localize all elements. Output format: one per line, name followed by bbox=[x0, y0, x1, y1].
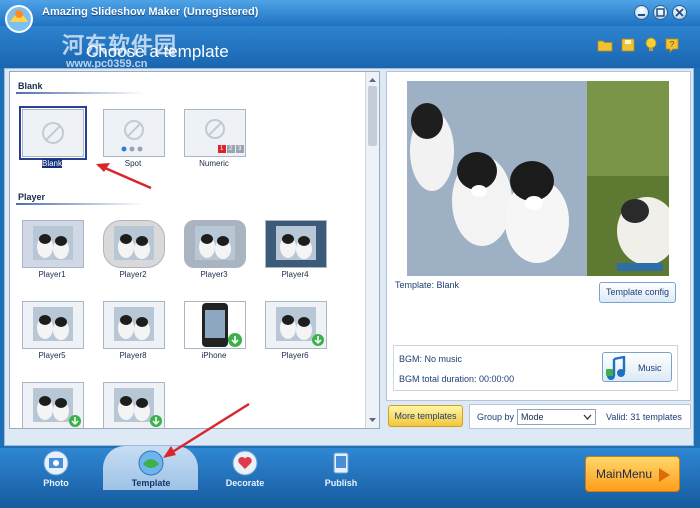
tab-decorate[interactable]: Decorate bbox=[210, 450, 280, 490]
tab-label: Publish bbox=[324, 478, 358, 488]
numeric-thumbnail-icon bbox=[205, 119, 244, 153]
svg-text:?: ? bbox=[670, 40, 675, 49]
numeric-badge: 2 bbox=[229, 146, 233, 152]
tab-publish[interactable]: Publish bbox=[306, 450, 376, 490]
puppy-thumbnail-icon bbox=[195, 226, 235, 260]
help-icon[interactable]: ? bbox=[664, 37, 680, 53]
tab-label: Photo bbox=[43, 478, 69, 488]
publish-icon bbox=[333, 452, 349, 474]
template-player2[interactable] bbox=[103, 220, 165, 268]
minimize-button[interactable] bbox=[634, 5, 649, 20]
template-player5[interactable] bbox=[22, 301, 84, 349]
photo-icon bbox=[43, 450, 69, 476]
bulb-icon[interactable] bbox=[643, 37, 659, 53]
puppy-thumbnail-icon bbox=[33, 307, 73, 341]
scroll-thumb[interactable] bbox=[368, 86, 377, 146]
template-blank[interactable] bbox=[19, 106, 87, 160]
template-label: Player5 bbox=[38, 351, 66, 360]
tab-label: Template bbox=[131, 478, 171, 488]
template-icon bbox=[138, 450, 164, 476]
template-config-button[interactable]: Template config bbox=[599, 282, 676, 303]
template-label: Player4 bbox=[281, 270, 309, 279]
tab-photo[interactable]: Photo bbox=[21, 450, 91, 490]
bgm-status: BGM: No music bbox=[399, 354, 463, 364]
puppy-thumbnail-icon bbox=[276, 307, 324, 346]
template-label: Player1 bbox=[38, 270, 66, 279]
puppy-thumbnail-icon bbox=[33, 388, 81, 427]
title-bar: Amazing Slideshow Maker (Unregistered) bbox=[0, 0, 700, 26]
main-menu-label: MainMenu bbox=[596, 467, 653, 481]
template-label: Spot bbox=[124, 159, 142, 168]
iphone-thumbnail-icon bbox=[202, 303, 242, 347]
heart-icon bbox=[232, 450, 258, 476]
puppies-photo-icon bbox=[407, 81, 669, 276]
close-button[interactable] bbox=[672, 5, 687, 20]
puppy-thumbnail-icon bbox=[114, 226, 154, 260]
save-icon[interactable] bbox=[620, 37, 636, 53]
template-label: Blank bbox=[12, 159, 92, 168]
template-label: Player2 bbox=[119, 270, 147, 279]
numeric-badge: 3 bbox=[238, 146, 242, 152]
arrow-right-icon bbox=[659, 468, 670, 482]
template-label: iPhone bbox=[201, 351, 227, 360]
template-numeric[interactable]: 1 2 3 bbox=[184, 109, 246, 157]
music-button[interactable]: Music bbox=[602, 352, 672, 382]
template-player6[interactable] bbox=[265, 301, 327, 349]
template-iphone[interactable] bbox=[184, 301, 246, 349]
group-by-value: Mode bbox=[521, 412, 544, 422]
template-player8[interactable] bbox=[103, 301, 165, 349]
template-list[interactable]: Blank Blank Spot 1 2 3 Numeric Player Pl… bbox=[9, 71, 380, 429]
puppy-thumbnail-icon bbox=[114, 388, 162, 427]
puppy-thumbnail-icon bbox=[276, 226, 316, 260]
template-label: Player6 bbox=[281, 351, 309, 360]
template-list-scrollbar[interactable] bbox=[365, 72, 379, 428]
section-title-player: Player bbox=[18, 192, 46, 202]
section-title-blank: Blank bbox=[18, 81, 43, 91]
template-label-selected: Blank bbox=[41, 159, 62, 168]
more-templates-button[interactable]: More templates bbox=[388, 405, 463, 427]
template-label: Player8 bbox=[119, 351, 147, 360]
template-player1[interactable] bbox=[22, 220, 84, 268]
scroll-up-icon[interactable] bbox=[366, 74, 379, 86]
spot-thumbnail-icon bbox=[121, 120, 144, 152]
header: 河东软件园 Choose a template www.pc0359.cn bbox=[0, 26, 700, 70]
template-player9[interactable] bbox=[103, 382, 165, 428]
folder-icon[interactable] bbox=[597, 37, 613, 53]
group-by-label: Group by bbox=[477, 412, 515, 422]
numeric-badge: 1 bbox=[220, 146, 224, 152]
template-player7[interactable] bbox=[22, 382, 84, 428]
template-info: Template: Blank bbox=[395, 280, 460, 290]
main-menu-button[interactable]: MainMenu bbox=[585, 456, 680, 492]
app-logo-icon bbox=[5, 5, 33, 33]
template-label: Numeric bbox=[199, 159, 229, 168]
section-divider bbox=[16, 203, 144, 205]
preview-image bbox=[407, 81, 669, 276]
valid-templates-count: Valid: 31 templates bbox=[606, 412, 682, 422]
group-by-select[interactable]: Mode bbox=[517, 409, 596, 425]
blank-thumbnail-icon bbox=[42, 122, 64, 144]
puppy-thumbnail-icon bbox=[33, 226, 73, 260]
window-title: Amazing Slideshow Maker (Unregistered) bbox=[42, 6, 259, 18]
maximize-button[interactable] bbox=[653, 5, 668, 20]
scroll-down-icon[interactable] bbox=[366, 414, 379, 426]
chevron-down-icon bbox=[583, 414, 592, 420]
puppy-thumbnail-icon bbox=[114, 307, 154, 341]
bgm-duration: BGM total duration: 00:00:00 bbox=[399, 374, 515, 384]
template-player3[interactable] bbox=[184, 220, 246, 268]
tab-template[interactable]: Template bbox=[116, 450, 186, 490]
music-button-label: Music bbox=[638, 363, 662, 373]
music-note-icon bbox=[606, 356, 626, 380]
template-spot[interactable] bbox=[103, 109, 165, 157]
tab-label: Decorate bbox=[225, 478, 265, 488]
template-player4[interactable] bbox=[265, 220, 327, 268]
section-divider bbox=[16, 92, 144, 94]
template-label: Player3 bbox=[200, 270, 228, 279]
